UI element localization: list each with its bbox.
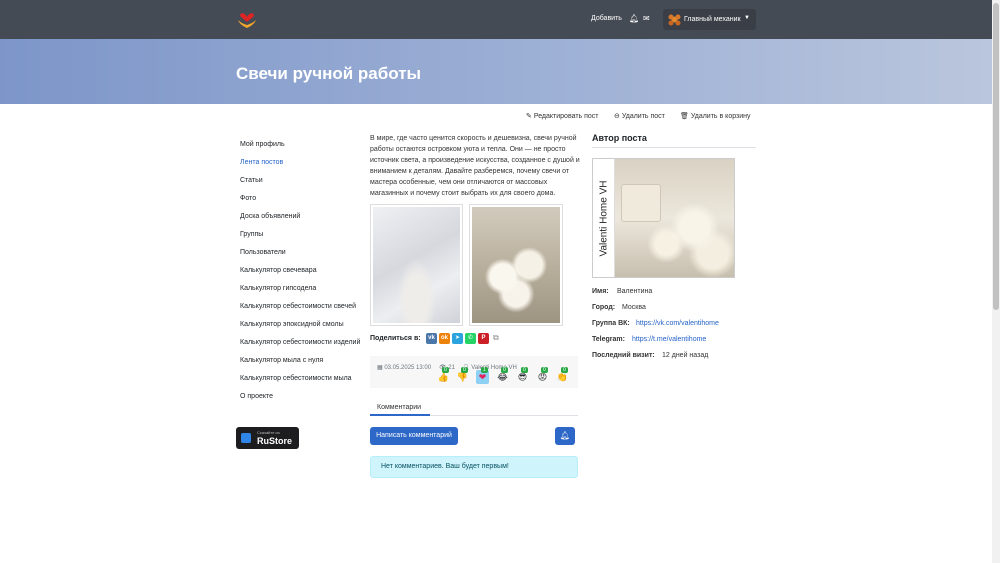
author-name-label: Имя: xyxy=(592,288,609,295)
sidebar-item-candle-calculator[interactable]: Калькулятор свечевара xyxy=(240,267,317,274)
reaction-count: 0 xyxy=(501,367,508,373)
odnoklassniki-share-icon[interactable]: ok xyxy=(439,333,450,344)
sidebar-item-photo[interactable]: Фото xyxy=(240,195,256,202)
edit-post-button[interactable]: ✎ Редактировать пост xyxy=(526,112,599,120)
trash-icon: 🗑︎ xyxy=(680,113,689,120)
author-last-visit-label: Последний визит: xyxy=(592,352,655,359)
thumbs-down-icon: 👎 xyxy=(456,372,469,382)
tab-comments[interactable]: Комментарии xyxy=(377,404,421,411)
thumbs-up-reaction[interactable]: 👍 0 xyxy=(437,367,450,384)
author-city: Москва xyxy=(622,304,646,311)
thumbs-up-icon: 👍 xyxy=(437,372,450,382)
subscribe-comments-button[interactable]: 🔔︎ xyxy=(555,427,575,445)
reaction-count: 0 xyxy=(521,367,528,373)
clap-reaction[interactable]: 👏 0 xyxy=(556,367,569,384)
sidebar-item-users[interactable]: Пользователи xyxy=(240,249,286,256)
sidebar-item-groups[interactable]: Группы xyxy=(240,231,263,238)
author-vk-label: Группа ВК: xyxy=(592,320,630,327)
reaction-count: 0 xyxy=(461,367,468,373)
angry-reaction[interactable]: 😡 0 xyxy=(536,367,549,384)
telegram-share-icon[interactable]: ➤ xyxy=(452,333,463,344)
bell-icon: 🔔︎ xyxy=(559,431,571,440)
trash-post-button[interactable]: 🗑︎ Удалить в корзину xyxy=(680,112,751,120)
pencil-icon: ✎ xyxy=(526,113,532,120)
sidebar-item-articles[interactable]: Статьи xyxy=(240,177,263,184)
scrollbar[interactable] xyxy=(992,0,1000,563)
sidebar-item-soap-calculator[interactable]: Калькулятор мыла с нуля xyxy=(240,357,323,364)
rustore-icon xyxy=(241,433,251,443)
reaction-count: 1 xyxy=(481,367,488,373)
bell-icon[interactable]: 🔔︎ xyxy=(629,14,639,23)
reaction-count: 0 xyxy=(561,367,568,373)
sidebar-item-feed[interactable]: Лента постов xyxy=(240,159,283,166)
user-name: Главный механик xyxy=(684,16,741,23)
sidebar-item-product-cost-calculator[interactable]: Калькулятор себестоимости изделий xyxy=(240,339,360,346)
minus-circle-icon: ⊖ xyxy=(614,113,620,120)
logo-icon[interactable] xyxy=(236,9,258,29)
author-telegram-link[interactable]: https://t.me/valentihome xyxy=(632,336,706,343)
post-date: ▦ 03.05.2025 13:00 xyxy=(377,364,431,371)
pinterest-share-icon[interactable]: P xyxy=(478,333,489,344)
sidebar-item-profile[interactable]: Мой профиль xyxy=(240,141,285,148)
reaction-count: 0 xyxy=(442,367,449,373)
reaction-count: 0 xyxy=(541,367,548,373)
rustore-badge[interactable]: Скачайте из RuStore xyxy=(236,427,299,449)
chevron-down-icon: ▼ xyxy=(744,15,750,21)
post-photo-2[interactable] xyxy=(469,204,563,326)
author-vk-link[interactable]: https://vk.com/valentihome xyxy=(636,320,719,327)
delete-post-button[interactable]: ⊖ Удалить пост xyxy=(614,112,665,120)
author-heading: Автор поста xyxy=(592,133,647,143)
post-image xyxy=(373,207,460,323)
write-comment-button[interactable]: Написать комментарий xyxy=(370,427,458,445)
post-body: В мире, где часто ценится скорость и деш… xyxy=(370,135,580,197)
cool-reaction[interactable]: 😎 0 xyxy=(516,367,529,384)
brand-label: Valenti Home VH xyxy=(598,180,610,256)
brand-text: Valenti Home VH xyxy=(593,159,615,277)
author-city-label: Город: xyxy=(592,304,616,311)
thumbs-down-reaction[interactable]: 👎 0 xyxy=(456,367,469,384)
sidebar-item-soap-cost-calculator[interactable]: Калькулятор себестоимости мыла xyxy=(240,375,352,382)
angry-icon: 😡 xyxy=(537,372,548,382)
sidebar-item-gypsum-calculator[interactable]: Калькулятор гипсодела xyxy=(240,285,316,292)
sidebar-item-epoxy-calculator[interactable]: Калькулятор эпоксидной смолы xyxy=(240,321,344,328)
heart-icon: ❤ xyxy=(478,372,487,382)
calendar-icon: ▦ xyxy=(377,365,383,371)
trash-post-label: Удалить в корзину xyxy=(690,113,751,120)
rustore-caption: Скачайте из xyxy=(257,430,280,435)
post-date-value: 03.05.2025 13:00 xyxy=(384,365,432,371)
envelope-icon[interactable]: ✉︎ xyxy=(643,14,650,23)
cool-icon: 😎 xyxy=(517,372,528,382)
author-name: Валентина xyxy=(617,288,653,295)
top-navbar: Добавить 🔔︎ ✉︎ Главный механик ▼ xyxy=(0,0,992,39)
clap-icon: 👏 xyxy=(556,372,569,382)
vk-share-icon[interactable]: vk xyxy=(426,333,437,344)
add-link[interactable]: Добавить xyxy=(591,15,622,22)
page-title: Свечи ручной работы xyxy=(236,64,422,83)
no-comments-alert: Нет комментариев. Ваш будет первым! xyxy=(370,456,578,478)
rustore-label: RuStore xyxy=(257,436,293,446)
edit-post-label: Редактировать пост xyxy=(533,113,599,120)
copy-link-icon[interactable]: ⧉ xyxy=(493,333,499,343)
user-menu-button[interactable]: Главный механик ▼ xyxy=(663,9,756,30)
laughing-icon: 😂 xyxy=(497,372,508,382)
sidebar-item-ads[interactable]: Доска объявлений xyxy=(240,213,300,220)
author-last-visit: 12 дней назад xyxy=(662,352,709,359)
post-image xyxy=(472,207,560,323)
author-divider xyxy=(592,147,756,148)
heart-reaction[interactable]: ❤ 1 xyxy=(476,367,489,384)
avatar xyxy=(668,14,681,26)
delete-post-label: Удалить пост xyxy=(621,113,665,120)
whatsapp-share-icon[interactable]: ✆ xyxy=(465,333,476,344)
tab-active-indicator xyxy=(370,414,430,416)
sidebar-item-about[interactable]: О проекте xyxy=(240,393,273,400)
post-photo-1[interactable] xyxy=(370,204,463,326)
author-photo[interactable]: Valenti Home VH xyxy=(592,158,735,278)
candle-jar xyxy=(621,184,661,222)
page-header-banner: Свечи ручной работы xyxy=(0,39,992,104)
sidebar-item-candle-cost-calculator[interactable]: Калькулятор себестоимости свечей xyxy=(240,303,356,310)
author-telegram-label: Telegram: xyxy=(592,336,625,343)
laughing-reaction[interactable]: 😂 0 xyxy=(496,367,509,384)
scrollbar-thumb[interactable] xyxy=(993,3,999,310)
share-label: Поделиться в: xyxy=(370,335,421,342)
